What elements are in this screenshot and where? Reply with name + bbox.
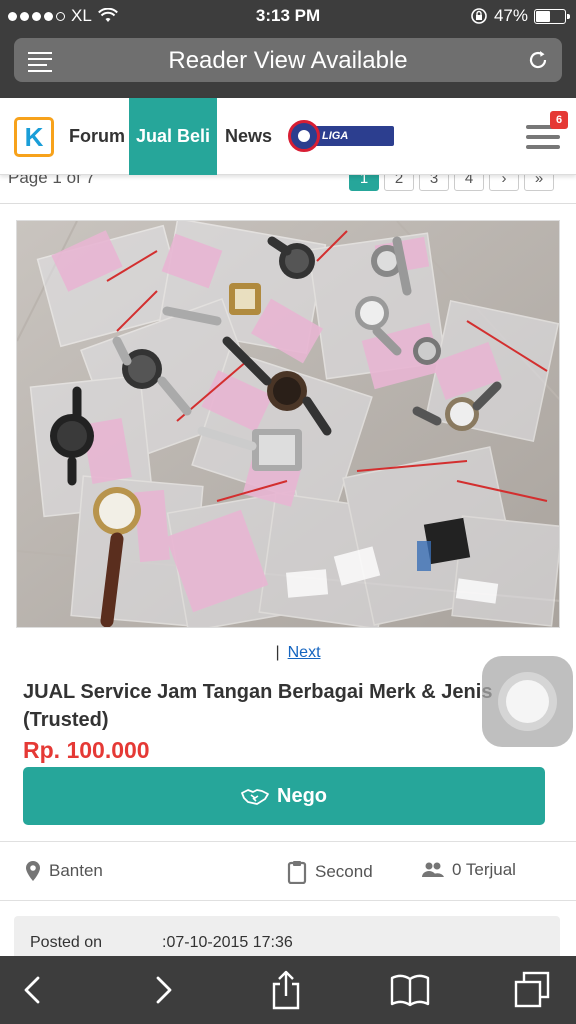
- assistive-touch-button[interactable]: [482, 656, 573, 747]
- divider: [0, 900, 576, 901]
- notification-badge: 6: [550, 111, 568, 129]
- forward-arrow-icon[interactable]: [142, 970, 182, 1010]
- condition-info: Second: [287, 860, 373, 884]
- kaskus-logo[interactable]: K: [14, 117, 54, 157]
- browser-toolbar: [0, 956, 576, 1024]
- refresh-icon[interactable]: [526, 48, 550, 72]
- hamburger-menu-icon[interactable]: [526, 125, 560, 155]
- bookmarks-icon[interactable]: [390, 970, 430, 1010]
- image-nav-separator: |: [275, 644, 280, 661]
- product-title: JUAL Service Jam Tangan Berbagai Merk & …: [23, 681, 493, 731]
- nego-button[interactable]: Nego: [23, 767, 545, 825]
- tabs-icon[interactable]: [512, 970, 552, 1010]
- reader-view-title: Reader View Available: [168, 47, 408, 74]
- condition-text: Second: [315, 862, 373, 881]
- site-nav: K Forum Jual Beli News LIGA INGGRIS 6: [0, 98, 576, 175]
- battery-icon: [534, 8, 570, 24]
- back-arrow-icon[interactable]: [14, 970, 54, 1010]
- liga-inggris-emblem: [288, 120, 320, 152]
- status-bar: XL 3:13 PM 47%: [0, 0, 576, 34]
- product-photo[interactable]: [16, 220, 560, 628]
- share-icon[interactable]: [266, 970, 306, 1010]
- product-price: Rp. 100.000: [23, 737, 150, 763]
- battery-percent: 47%: [493, 6, 528, 25]
- clipboard-icon: [287, 861, 307, 884]
- nav-forum[interactable]: Forum: [69, 98, 125, 175]
- people-icon: [422, 862, 444, 877]
- location-info: Banten: [25, 860, 103, 882]
- nav-news[interactable]: News: [225, 98, 272, 175]
- rotation-lock-icon: [471, 8, 487, 24]
- liga-inggris-label: LIGA INGGRIS: [314, 126, 394, 162]
- sold-info: 0 Terjual: [422, 860, 516, 880]
- location-text: Banten: [49, 861, 103, 880]
- liga-inggris-logo[interactable]: LIGA INGGRIS: [288, 120, 396, 162]
- listing-info-row: Banten Second 0 Terjual: [0, 842, 576, 900]
- sold-count: 0 Terjual: [452, 860, 516, 879]
- nego-label: Nego: [277, 784, 327, 807]
- handshake-icon: [241, 789, 269, 805]
- posted-date: :07-10-2015 17:36: [162, 934, 293, 951]
- posted-label: Posted on: [30, 934, 103, 951]
- listing-content: | Next JUAL Service Jam Tangan Berbagai M…: [0, 204, 576, 976]
- map-pin-icon: [26, 861, 40, 881]
- reader-view-bar[interactable]: Reader View Available: [14, 38, 562, 82]
- next-image-link[interactable]: Next: [288, 644, 321, 661]
- nav-jual-beli[interactable]: Jual Beli: [129, 98, 217, 175]
- browser-address-area: Reader View Available: [0, 34, 576, 98]
